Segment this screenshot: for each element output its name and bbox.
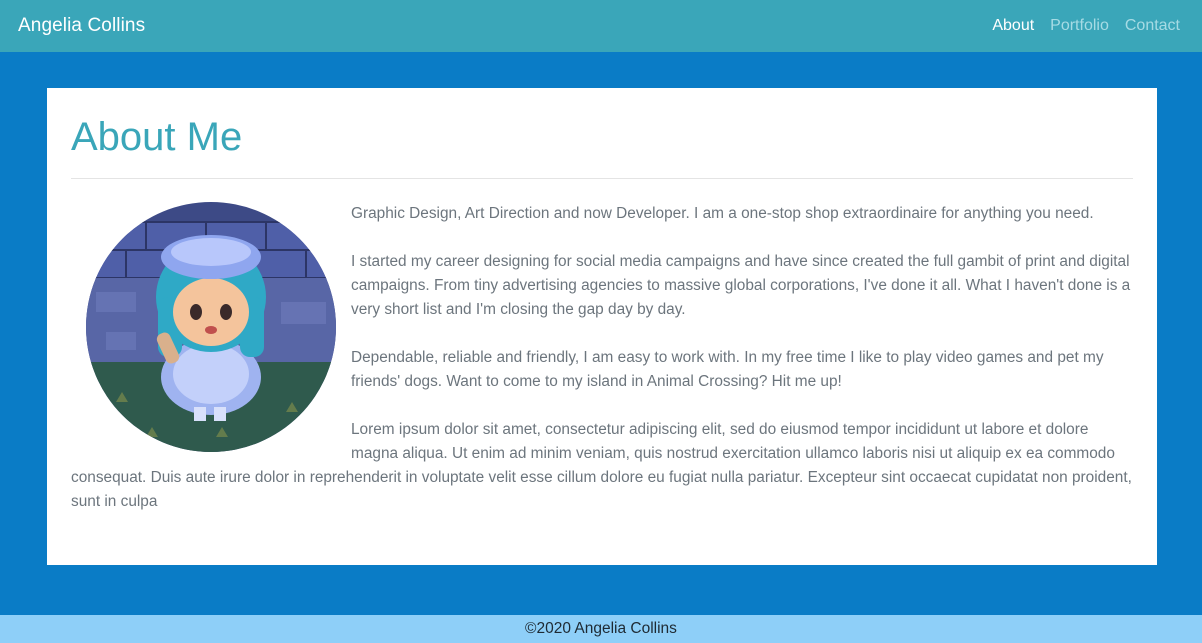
- page-title: About Me: [71, 115, 243, 159]
- brand-name[interactable]: Angelia Collins: [18, 15, 145, 37]
- nav-link-about[interactable]: About: [992, 17, 1034, 35]
- about-card: About Me Graphic Design, Art Direction a…: [47, 88, 1157, 565]
- nav-links: About Portfolio Contact: [992, 17, 1180, 35]
- profile-photo-illustration: [86, 202, 336, 452]
- title-divider: [71, 178, 1133, 179]
- profile-photo: [86, 202, 336, 452]
- footer: ©2020 Angelia Collins: [0, 615, 1202, 643]
- nav-link-portfolio[interactable]: Portfolio: [1050, 17, 1109, 35]
- about-content: Graphic Design, Art Direction and now De…: [71, 202, 1133, 514]
- nav-link-contact[interactable]: Contact: [1125, 17, 1180, 35]
- footer-copyright: ©2020 Angelia Collins: [525, 620, 677, 637]
- navbar: Angelia Collins About Portfolio Contact: [0, 0, 1202, 52]
